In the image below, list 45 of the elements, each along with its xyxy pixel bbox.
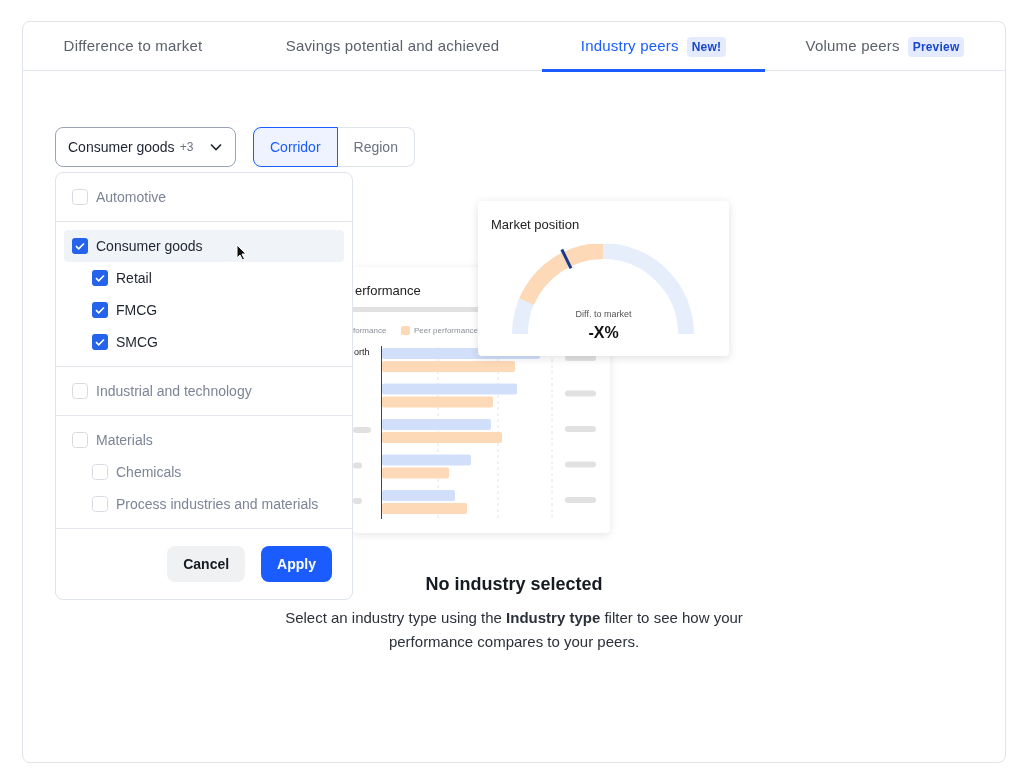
view-toggle-button[interactable]: Corridor — [253, 127, 338, 167]
gauge-caption: Diff. to market — [574, 308, 633, 321]
legend-swatch-icon — [401, 326, 410, 335]
industry-option[interactable]: Consumer goods — [64, 230, 344, 262]
checkbox[interactable] — [72, 189, 88, 205]
industry-filter-dropdown[interactable]: Consumer goods +3 — [55, 127, 236, 167]
empty-state-title: No industry selected — [425, 573, 603, 596]
industry-option[interactable]: Process industries and materials — [64, 488, 344, 520]
checkbox[interactable] — [92, 496, 108, 512]
checkbox[interactable] — [92, 302, 108, 318]
industry-option[interactable]: FMCG — [64, 294, 344, 326]
placeholder-pill — [565, 426, 596, 432]
tab-badge: New! — [686, 36, 727, 57]
tab[interactable]: Volume peers Preview — [765, 22, 1005, 71]
tab[interactable]: Savings potential and achieved — [243, 22, 542, 71]
checkbox[interactable] — [92, 334, 108, 350]
industry-option[interactable]: Automotive — [64, 181, 344, 213]
industry-option[interactable]: Retail — [64, 262, 344, 294]
checkbox[interactable] — [72, 432, 88, 448]
checkbox[interactable] — [92, 270, 108, 286]
cursor-icon — [236, 244, 247, 261]
gauge-value: -X% — [587, 323, 620, 343]
placeholder-pill — [565, 461, 596, 468]
gauge-title: Market position — [491, 216, 580, 234]
industry-option[interactable]: Materials — [64, 424, 344, 456]
tab[interactable]: Industry peers New! — [542, 22, 765, 71]
chart-title: erformance — [355, 282, 421, 300]
checkbox[interactable] — [72, 238, 88, 254]
legend-label: Peer performance — [414, 325, 479, 337]
checkbox[interactable] — [72, 383, 88, 399]
placeholder-pill — [565, 497, 596, 503]
view-toggle-button[interactable]: Region — [337, 127, 415, 167]
bar — [382, 467, 449, 479]
industry-option[interactable]: Chemicals — [64, 456, 344, 488]
tab[interactable]: Difference to market — [23, 22, 243, 71]
cancel-button[interactable]: Cancel — [167, 546, 246, 582]
apply-button[interactable]: Apply — [261, 546, 332, 582]
row-label: orth — [354, 346, 370, 359]
empty-state-message: Select an industry type using the Industry type filter to see how your performance compares to your peers. — [284, 608, 744, 652]
industry-option[interactable]: SMCG — [64, 326, 344, 358]
tab-badge: Preview — [907, 36, 965, 57]
placeholder-pill — [565, 390, 596, 397]
legend-label: formance — [353, 325, 387, 337]
checkbox[interactable] — [92, 464, 108, 480]
industry-option[interactable]: Industrial and technology — [64, 375, 344, 407]
